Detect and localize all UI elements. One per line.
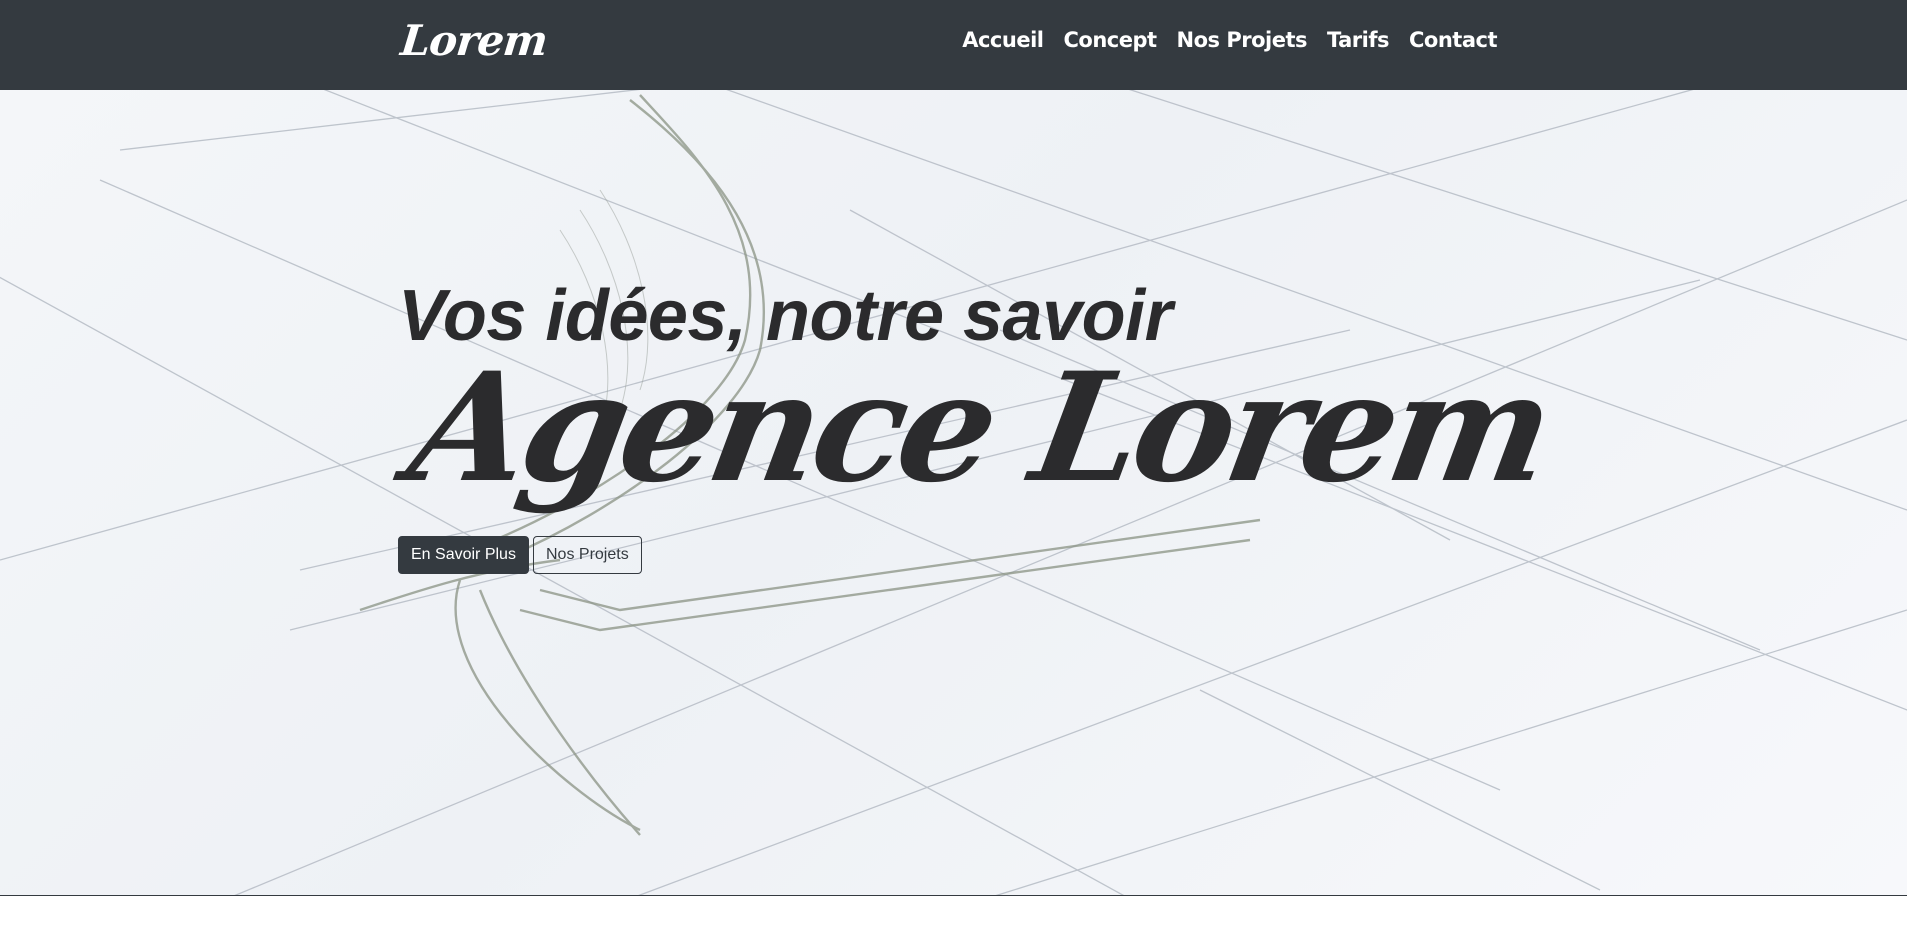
nav-link-accueil[interactable]: Accueil (962, 28, 1044, 52)
top-navbar: Lorem Accueil Concept Nos Projets Tarifs… (0, 0, 1907, 90)
nav-link-nos-projets[interactable]: Nos Projets (1177, 28, 1308, 52)
nav-link-concept[interactable]: Concept (1063, 28, 1157, 52)
nav-link-contact[interactable]: Contact (1409, 28, 1498, 52)
brand-logo[interactable]: Lorem (398, 16, 549, 65)
hero-section: Vos idées, notre savoir Agence Lorem En … (0, 90, 1907, 895)
nos-projets-button[interactable]: Nos Projets (533, 536, 642, 574)
hero-title: Agence Lorem (398, 340, 1561, 516)
below-hero-area (0, 896, 1907, 943)
nav-link-tarifs[interactable]: Tarifs (1327, 28, 1389, 52)
main-nav: Accueil Concept Nos Projets Tarifs Conta… (962, 28, 1497, 52)
en-savoir-plus-button[interactable]: En Savoir Plus (398, 536, 529, 574)
